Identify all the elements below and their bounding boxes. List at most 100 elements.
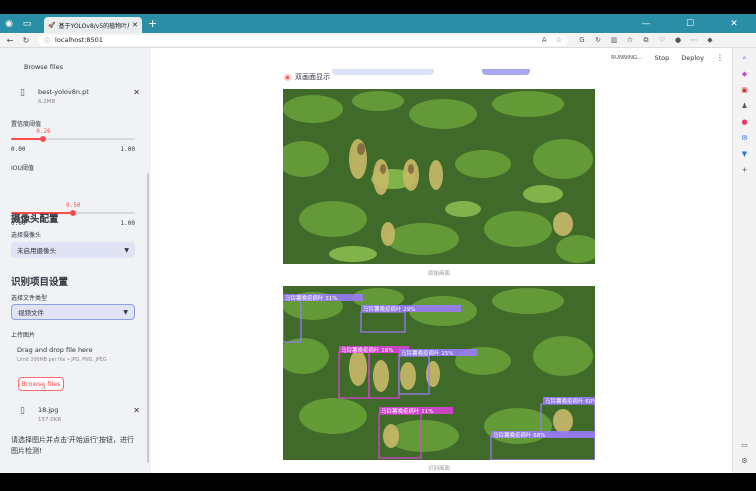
- file-type-select[interactable]: 视频文件 ▼: [11, 304, 135, 320]
- more-menu-icon[interactable]: ⋯: [686, 36, 702, 45]
- read-aloud-icon[interactable]: A: [542, 36, 547, 44]
- favorite-star-icon[interactable]: ☆: [556, 36, 562, 44]
- collections-icon[interactable]: ⧉: [638, 36, 654, 45]
- sidebar-scrollbar[interactable]: [147, 173, 149, 463]
- window-controls: — ☐ ✕: [624, 14, 756, 33]
- screen-icon[interactable]: ▭: [741, 441, 748, 457]
- tools-icon[interactable]: ▣: [741, 86, 748, 102]
- search-icon[interactable]: ⌕: [743, 54, 747, 70]
- conf-slider-max: 1.00: [120, 146, 135, 153]
- url-field[interactable]: ⓘ localhost:8501 A ☆: [38, 34, 568, 46]
- streamlit-app: Browse files ▯ best-yolov8n.pt 6.2MB ✕ 置…: [0, 48, 732, 473]
- dropzone-title: Drag and drop file here: [17, 346, 93, 354]
- tab-actions-icon[interactable]: ▭: [18, 14, 36, 33]
- instruction-text: 请选择图片并点击'开始运行'按钮，进行图片检测!: [11, 436, 134, 455]
- dual-display-label: 双画面显示: [295, 73, 330, 81]
- conf-slider[interactable]: 0.26 0.00 1.00: [11, 128, 135, 158]
- chevron-down-icon: ▼: [124, 246, 129, 254]
- shopping-icon[interactable]: ◆: [742, 70, 747, 86]
- delete-model-file-icon[interactable]: ✕: [133, 88, 140, 97]
- file-icon: ▯: [20, 88, 25, 98]
- refresh-extension-icon[interactable]: ↻: [590, 36, 606, 45]
- iou-slider-value: 0.50: [66, 202, 81, 209]
- avatar[interactable]: ●: [670, 36, 686, 45]
- detection-label: 马铃薯晚疫病叶 29%: [363, 305, 415, 313]
- info-icon[interactable]: ⓘ: [44, 36, 50, 45]
- browser-essentials-icon[interactable]: ♡: [654, 36, 670, 45]
- new-tab-icon[interactable]: +: [148, 17, 157, 30]
- iou-slider-max: 1.00: [120, 220, 135, 227]
- url-text: localhost:8501: [55, 36, 103, 44]
- camera-select[interactable]: 未启用摄像头 ▼: [11, 242, 135, 258]
- app-toolbar: RUNNING... Stop Deploy ⋮: [611, 53, 724, 62]
- model-file-size: 6.2MB: [38, 99, 56, 105]
- upload-label: 上传图片: [11, 332, 36, 339]
- model-file-item: ▯ best-yolov8n.pt 6.2MB ✕: [20, 88, 140, 105]
- add-sidebar-icon[interactable]: +: [742, 166, 748, 182]
- iou-slider-thumb[interactable]: [70, 210, 76, 216]
- result-image: 马铃薯晚疫病叶 31% 马铃薯晚疫病叶 29% 马铃薯晚疫病叶 16% 马铃薯晚…: [283, 286, 595, 460]
- close-tab-icon[interactable]: ✕: [132, 21, 138, 29]
- detection-label: 马铃薯晚疫病叶 15%: [401, 349, 453, 357]
- original-caption: 原始画面: [427, 271, 450, 277]
- running-indicator: RUNNING...: [611, 54, 643, 61]
- extension-icon[interactable]: G: [574, 36, 590, 45]
- close-window-icon[interactable]: ✕: [712, 14, 756, 33]
- drop-icon[interactable]: ▼: [742, 150, 747, 166]
- microsoft365-icon[interactable]: ●: [741, 118, 747, 134]
- detection-label: 马铃薯晚疫病叶 68%: [493, 431, 545, 439]
- minimize-icon[interactable]: —: [624, 14, 668, 33]
- file-type-label: 选择文件类型: [11, 295, 48, 302]
- settings-gear-icon[interactable]: ⚙: [741, 457, 747, 473]
- outlook-icon[interactable]: ✉: [742, 134, 748, 150]
- detection-label: 马铃薯晚疫病叶 31%: [285, 294, 337, 302]
- conf-slider-min: 0.00: [11, 146, 26, 153]
- camera-section-title: 摄像头配置: [11, 214, 59, 225]
- start-button-partial[interactable]: [332, 69, 434, 75]
- main-menu-icon[interactable]: ⋮: [716, 53, 724, 62]
- address-bar: ← ↻ ⓘ localhost:8501 A ☆ G ↻ ▥ ✩ ⧉ ♡ ● ⋯…: [0, 33, 756, 48]
- browse-files-label[interactable]: Browse files: [24, 63, 63, 71]
- favorites-icon[interactable]: ✩: [622, 36, 638, 45]
- model-file-name: best-yolov8n.pt: [38, 88, 89, 96]
- camera-select-value: 未启用摄像头: [17, 247, 56, 255]
- action-button-partial[interactable]: [482, 69, 530, 75]
- conf-slider-value: 0.26: [36, 128, 51, 135]
- conf-slider-label: 置信度阈值: [11, 121, 42, 128]
- mouse-cursor-icon: ☝: [41, 384, 46, 393]
- detection-label: 马铃薯晚疫病叶 60%: [545, 397, 595, 405]
- refresh-icon[interactable]: ↻: [20, 36, 32, 45]
- maximize-icon[interactable]: ☐: [668, 14, 712, 33]
- chevron-down-icon: ▼: [123, 308, 128, 316]
- file-type-value: 视频文件: [18, 309, 44, 317]
- dropzone-subtitle: Limit 200MB per file • JPG, PNG, JPEG: [17, 358, 107, 363]
- copilot-icon[interactable]: ◆: [702, 36, 718, 45]
- conf-slider-thumb[interactable]: [40, 136, 47, 142]
- file-icon: ▯: [20, 406, 25, 416]
- stop-button[interactable]: Stop: [654, 54, 669, 62]
- recog-section-title: 识别项目设置: [11, 277, 69, 288]
- tab-title: 基于YOLOv8/v5的植物叶片病害: [58, 22, 129, 30]
- sidebar: Browse files ▯ best-yolov8n.pt 6.2MB ✕ 置…: [0, 48, 151, 473]
- browser-sidebar: ⌕ ◆ ▣ ♟ ● ✉ ▼ + ▭ ⚙: [732, 48, 756, 473]
- split-screen-icon[interactable]: ▥: [606, 36, 622, 45]
- camera-select-label: 选择摄像头: [11, 232, 42, 239]
- image-file-size: 157.0KB: [38, 417, 62, 423]
- detection-label: 马铃薯晚疫病叶 11%: [381, 407, 433, 415]
- radio-selected-icon: [284, 73, 291, 81]
- dual-display-radio[interactable]: 双画面显示: [284, 72, 330, 82]
- browser-tab[interactable]: 🚀 基于YOLOv8/v5的植物叶片病害 ✕: [44, 17, 142, 33]
- detection-label: 马铃薯晚疫病叶 16%: [341, 346, 393, 354]
- deploy-button[interactable]: Deploy: [681, 54, 704, 62]
- delete-image-file-icon[interactable]: ✕: [133, 406, 140, 415]
- profile-icon[interactable]: ◉: [0, 14, 18, 33]
- iou-slider-label: IOU阈值: [11, 165, 34, 172]
- back-icon[interactable]: ←: [4, 36, 16, 45]
- original-image: [283, 89, 595, 264]
- result-caption: 识别画面: [427, 466, 450, 472]
- conf-slider-fill: [11, 138, 44, 140]
- games-icon[interactable]: ♟: [741, 102, 747, 118]
- rocket-icon: 🚀: [48, 21, 56, 29]
- window-title-bar: ◉ ▭ 🚀 基于YOLOv8/v5的植物叶片病害 ✕ + — ☐ ✕: [0, 14, 756, 33]
- image-file-name: 18.jpg: [38, 406, 59, 414]
